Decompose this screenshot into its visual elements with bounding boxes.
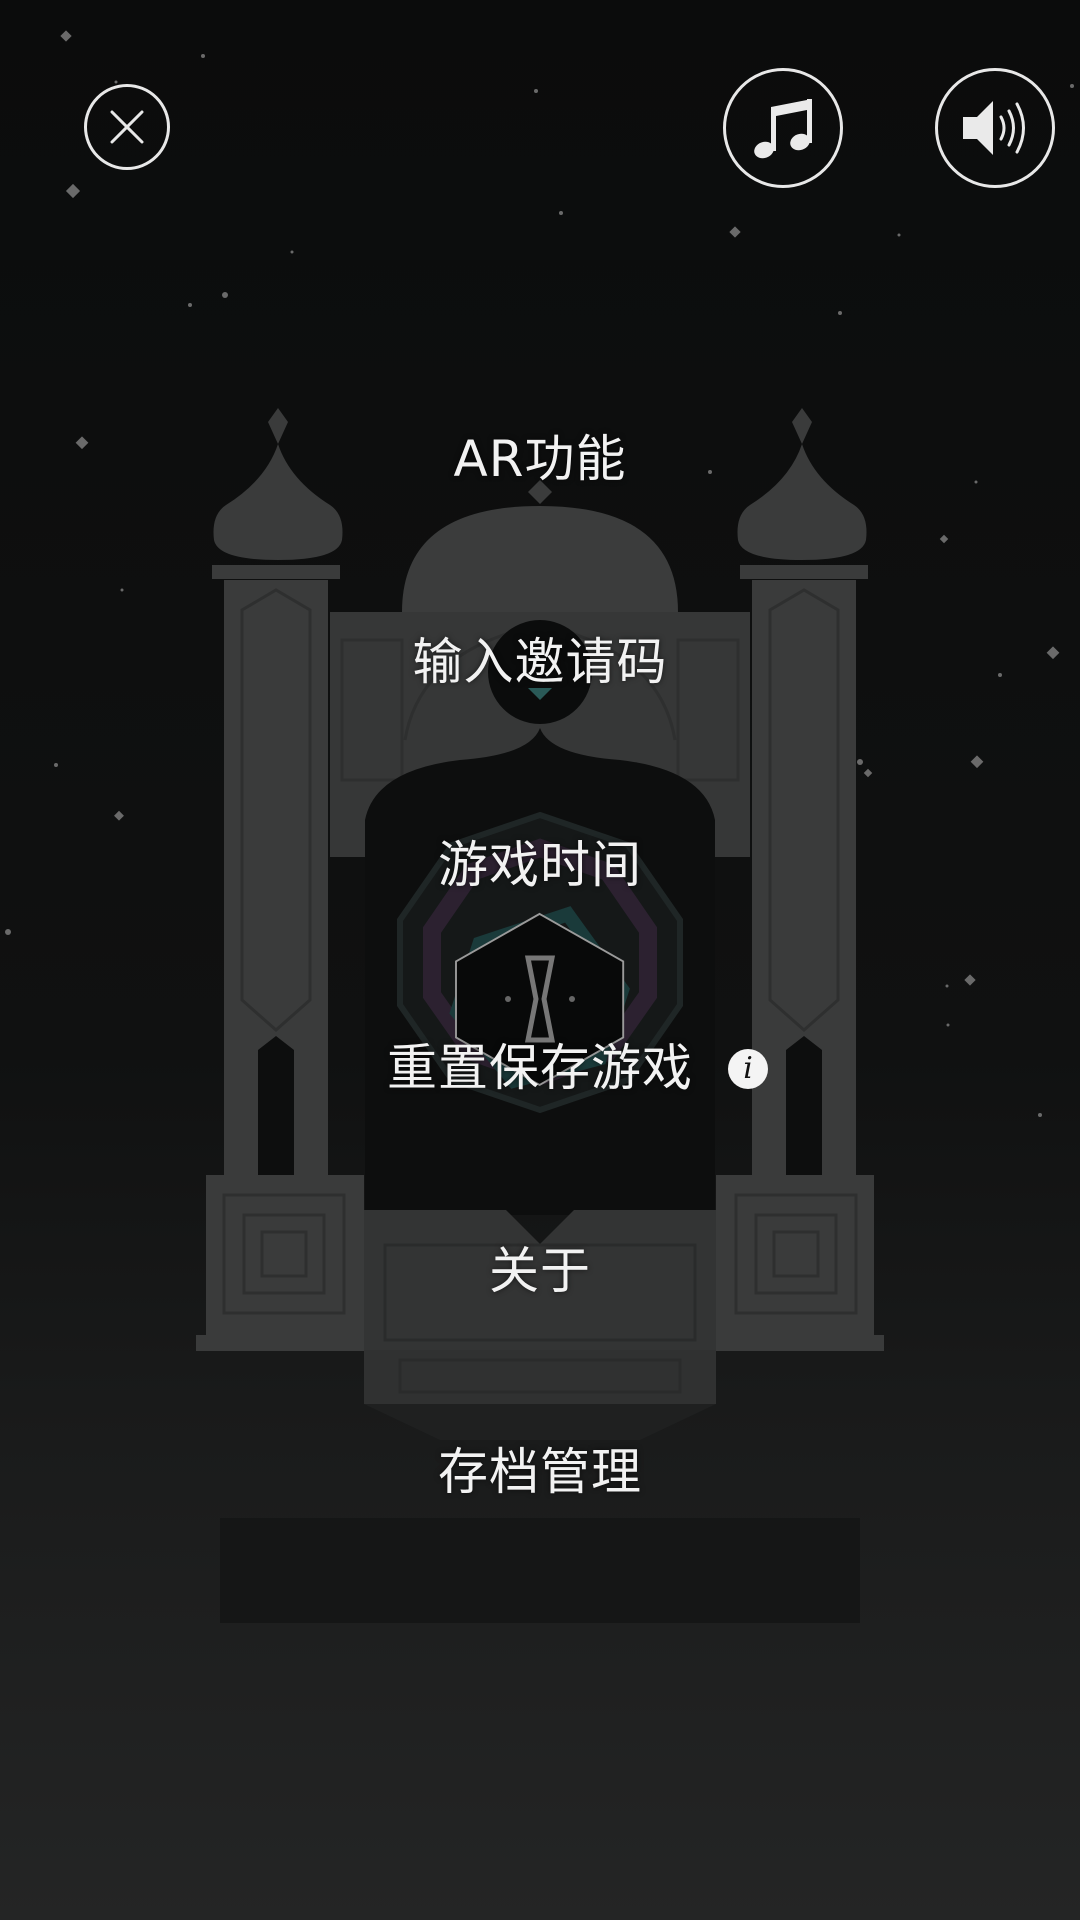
menu-item-ar[interactable]: AR功能: [0, 424, 1080, 494]
music-toggle-button[interactable]: [723, 68, 843, 188]
gate-background: [5, 30, 1074, 1623]
close-button[interactable]: [84, 84, 170, 170]
menu-item-play-time[interactable]: 游戏时间: [0, 830, 1080, 900]
menu-item-reset-save[interactable]: 重置保存游戏: [0, 1033, 1080, 1103]
info-icon-glyph: i: [743, 1051, 753, 1086]
menu-item-invite-code[interactable]: 输入邀请码: [0, 627, 1080, 697]
settings-screen: AR功能 输入邀请码 游戏时间 重置保存游戏 i 关于 存档管理: [0, 0, 1080, 1920]
gate-dome: [402, 506, 678, 612]
speaker-icon: [963, 101, 1025, 155]
menu-item-about[interactable]: 关于: [0, 1236, 1080, 1306]
close-icon: [110, 110, 144, 144]
floor-shadow: [220, 1518, 860, 1623]
music-note-icon: [754, 99, 812, 159]
info-icon[interactable]: i: [728, 1049, 768, 1089]
sound-toggle-button[interactable]: [935, 68, 1055, 188]
menu-item-save-management[interactable]: 存档管理: [0, 1437, 1080, 1507]
